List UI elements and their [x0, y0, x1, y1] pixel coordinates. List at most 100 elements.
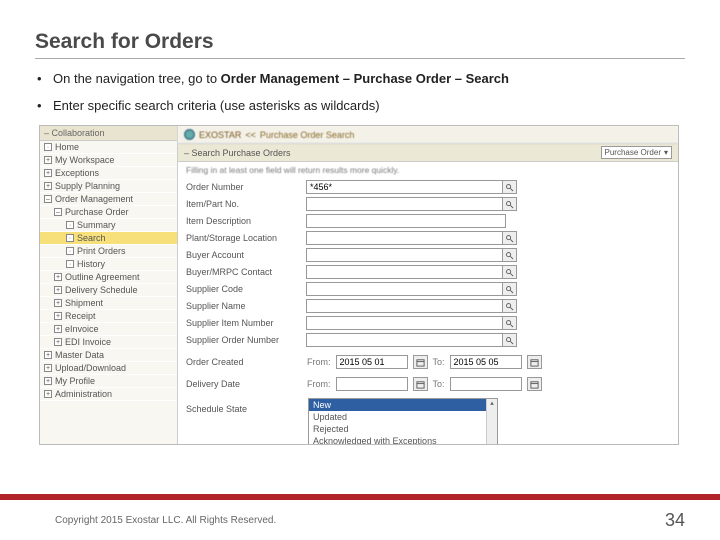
text-input[interactable]: [306, 299, 506, 313]
text-input[interactable]: [306, 197, 506, 211]
tree-toggle-icon: +: [54, 273, 62, 281]
field-label: Supplier Item Number: [186, 318, 306, 328]
nav-header[interactable]: – Collaboration: [40, 126, 177, 141]
picker-icon[interactable]: [502, 180, 517, 194]
scope-dropdown[interactable]: Purchase Order ▾: [601, 146, 672, 159]
nav-item[interactable]: ·Summary: [40, 219, 177, 232]
breadcrumb: EXOSTAR << Purchase Order Search: [178, 126, 678, 144]
tree-toggle-icon: +: [54, 299, 62, 307]
nav-item[interactable]: +Shipment: [40, 297, 177, 310]
tree-toggle-icon: +: [44, 351, 52, 359]
nav-item[interactable]: +eInvoice: [40, 323, 177, 336]
picker-icon[interactable]: [502, 197, 517, 211]
picker-icon[interactable]: [502, 333, 517, 347]
picker-icon[interactable]: [502, 299, 517, 313]
nav-label: Search: [77, 233, 106, 243]
calendar-icon[interactable]: [527, 355, 542, 369]
picker-icon[interactable]: [502, 231, 517, 245]
nav-label: Upload/Download: [55, 363, 126, 373]
date-row: Order Created From: To:: [178, 351, 678, 373]
tree-toggle-icon: ·: [66, 247, 74, 255]
tree-toggle-icon: +: [44, 377, 52, 385]
text-input[interactable]: [306, 333, 506, 347]
state-label: Schedule State: [186, 398, 302, 414]
picker-icon[interactable]: [502, 248, 517, 262]
listbox-option[interactable]: New: [309, 399, 497, 411]
text-input[interactable]: [306, 180, 506, 194]
nav-label: EDI Invoice: [65, 337, 111, 347]
calendar-icon[interactable]: [527, 377, 542, 391]
tree-toggle-icon: ·: [66, 234, 74, 242]
from-label: From:: [307, 357, 331, 367]
picker-icon[interactable]: [502, 316, 517, 330]
crumb-page: Purchase Order Search: [260, 130, 355, 140]
date-row: Delivery DateFrom:To:: [178, 373, 678, 395]
nav-label: Shipment: [65, 298, 103, 308]
nav-item[interactable]: +My Workspace: [40, 154, 177, 167]
field-label: Buyer Account: [186, 250, 306, 260]
brand-text: EXOSTAR: [199, 130, 241, 140]
nav-item[interactable]: +Receipt: [40, 310, 177, 323]
listbox-option[interactable]: Updated: [309, 411, 497, 423]
picker-icon[interactable]: [502, 265, 517, 279]
nav-label: eInvoice: [65, 324, 99, 334]
field-label: Buyer/MRPC Contact: [186, 267, 306, 277]
calendar-icon[interactable]: [413, 377, 428, 391]
date-from-input[interactable]: [336, 355, 408, 369]
listbox-option[interactable]: Rejected: [309, 423, 497, 435]
field-label: Order Number: [186, 182, 306, 192]
date-from-input[interactable]: [336, 377, 408, 391]
tree-toggle-icon: ·: [44, 143, 52, 151]
nav-item[interactable]: +Delivery Schedule: [40, 284, 177, 297]
nav-label: Order Management: [55, 194, 133, 204]
to-label: To:: [433, 357, 445, 367]
field-label: Supplier Order Number: [186, 335, 306, 345]
date-label: Order Created: [186, 357, 302, 367]
app-screenshot: – Collaboration ·Home+My Workspace+Excep…: [39, 125, 679, 445]
nav-item[interactable]: +Supply Planning: [40, 180, 177, 193]
text-input[interactable]: [306, 214, 506, 228]
nav-tree: – Collaboration ·Home+My Workspace+Excep…: [40, 126, 178, 444]
tree-toggle-icon: +: [44, 156, 52, 164]
nav-label: Exceptions: [55, 168, 99, 178]
nav-item[interactable]: ·Home: [40, 141, 177, 154]
date-to-input[interactable]: [450, 355, 522, 369]
nav-item[interactable]: +Administration: [40, 388, 177, 401]
main-panel: EXOSTAR << Purchase Order Search – Searc…: [178, 126, 678, 444]
tree-toggle-icon: +: [54, 312, 62, 320]
nav-item[interactable]: –Order Management: [40, 193, 177, 206]
from-label: From:: [307, 379, 331, 389]
nav-item[interactable]: +Upload/Download: [40, 362, 177, 375]
search-form: Order NumberItem/Part No.Item Descriptio…: [178, 178, 678, 351]
nav-label: Master Data: [55, 350, 104, 360]
page-number: 34: [665, 510, 685, 531]
text-input[interactable]: [306, 265, 506, 279]
text-input[interactable]: [306, 231, 506, 245]
nav-item[interactable]: +My Profile: [40, 375, 177, 388]
nav-item[interactable]: ·Search: [40, 232, 177, 245]
text-input[interactable]: [306, 248, 506, 262]
nav-item[interactable]: ·Print Orders: [40, 245, 177, 258]
calendar-icon[interactable]: [413, 355, 428, 369]
text-input[interactable]: [306, 316, 506, 330]
nav-item[interactable]: +Master Data: [40, 349, 177, 362]
crumb-sep: <<: [245, 130, 256, 140]
nav-label: Delivery Schedule: [65, 285, 138, 295]
nav-item[interactable]: ·History: [40, 258, 177, 271]
field-label: Item Description: [186, 216, 306, 226]
bullet-1: • On the navigation tree, go to Order Ma…: [35, 71, 685, 86]
date-to-input[interactable]: [450, 377, 522, 391]
picker-icon[interactable]: [502, 282, 517, 296]
nav-item[interactable]: +EDI Invoice: [40, 336, 177, 349]
nav-label: Outline Agreement: [65, 272, 140, 282]
tree-toggle-icon: ·: [66, 221, 74, 229]
text-input[interactable]: [306, 282, 506, 296]
listbox-option[interactable]: Acknowledged with Exceptions: [309, 435, 497, 445]
state-listbox[interactable]: NewUpdatedRejectedAcknowledged with Exce…: [308, 398, 498, 445]
slide-footer: Copyright 2015 Exostar LLC. All Rights R…: [0, 494, 720, 540]
nav-item[interactable]: +Exceptions: [40, 167, 177, 180]
nav-item[interactable]: +Outline Agreement: [40, 271, 177, 284]
scrollbar[interactable]: ▴▾: [486, 399, 497, 445]
nav-item[interactable]: –Purchase Order: [40, 206, 177, 219]
field-label: Supplier Name: [186, 301, 306, 311]
